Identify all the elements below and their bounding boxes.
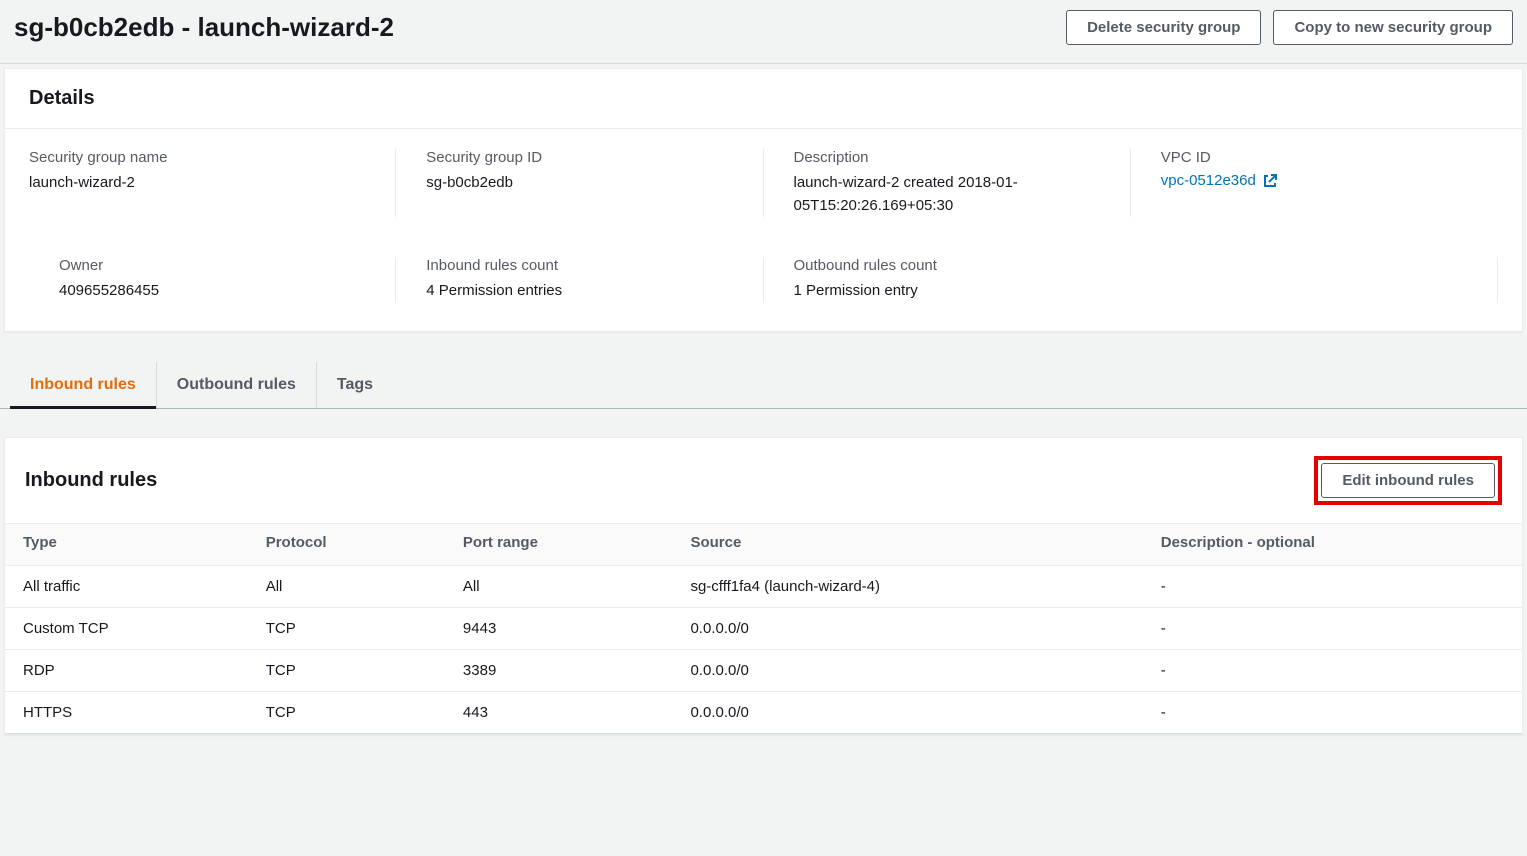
cell-source: sg-cfff1fa4 (launch-wizard-4) (672, 565, 1142, 607)
cell-protocol: All (248, 565, 445, 607)
details-title: Details (29, 87, 1498, 110)
cell-desc: - (1143, 691, 1522, 733)
detail-description: Description launch-wizard-2 created 2018… (764, 149, 1131, 217)
cell-source: 0.0.0.0/0 (672, 607, 1142, 649)
detail-value: launch-wizard-2 created 2018-01-05T15:20… (794, 172, 1100, 217)
table-row[interactable]: All trafficAllAllsg-cfff1fa4 (launch-wiz… (5, 565, 1522, 607)
external-link-icon (1262, 173, 1278, 189)
cell-protocol: TCP (248, 607, 445, 649)
tabs-bar: Inbound rules Outbound rules Tags (0, 362, 1527, 409)
detail-value: sg-b0cb2edb (426, 172, 732, 195)
detail-label: Security group ID (426, 149, 732, 166)
detail-name: Security group name launch-wizard-2 (29, 149, 396, 217)
vpc-link-text: vpc-0512e36d (1161, 172, 1256, 189)
col-source[interactable]: Source (672, 523, 1142, 565)
details-grid: Security group name launch-wizard-2 Secu… (5, 129, 1522, 331)
detail-label: VPC ID (1161, 149, 1468, 166)
detail-label: Description (794, 149, 1100, 166)
copy-security-group-button[interactable]: Copy to new security group (1273, 10, 1513, 45)
col-port[interactable]: Port range (445, 523, 673, 565)
detail-label: Inbound rules count (426, 257, 732, 274)
cell-port: 3389 (445, 649, 673, 691)
cell-desc: - (1143, 565, 1522, 607)
inbound-rules-panel: Inbound rules Edit inbound rules Type Pr… (4, 437, 1523, 735)
rules-title: Inbound rules (25, 469, 157, 492)
cell-port: 443 (445, 691, 673, 733)
header-actions: Delete security group Copy to new securi… (1066, 10, 1513, 45)
detail-label: Owner (59, 257, 365, 274)
table-row[interactable]: Custom TCPTCP94430.0.0.0/0- (5, 607, 1522, 649)
inbound-rules-table: Type Protocol Port range Source Descript… (5, 523, 1522, 734)
cell-protocol: TCP (248, 649, 445, 691)
detail-value: 4 Permission entries (426, 280, 732, 303)
table-row[interactable]: HTTPSTCP4430.0.0.0/0- (5, 691, 1522, 733)
cell-port: 9443 (445, 607, 673, 649)
detail-label: Outbound rules count (794, 257, 1101, 274)
detail-owner: Owner 409655286455 (29, 257, 396, 303)
tab-inbound-rules[interactable]: Inbound rules (10, 362, 157, 408)
tab-outbound-rules[interactable]: Outbound rules (157, 362, 317, 408)
page-title: sg-b0cb2edb - launch-wizard-2 (14, 12, 394, 43)
details-panel: Details Security group name launch-wizar… (4, 68, 1523, 332)
detail-label: Security group name (29, 149, 365, 166)
cell-type: All traffic (5, 565, 248, 607)
detail-value: 409655286455 (59, 280, 365, 303)
cell-desc: - (1143, 607, 1522, 649)
cell-protocol: TCP (248, 691, 445, 733)
table-row[interactable]: RDPTCP33890.0.0.0/0- (5, 649, 1522, 691)
cell-desc: - (1143, 649, 1522, 691)
table-header-row: Type Protocol Port range Source Descript… (5, 523, 1522, 565)
rules-header: Inbound rules Edit inbound rules (5, 438, 1522, 523)
cell-type: Custom TCP (5, 607, 248, 649)
detail-value: 1 Permission entry (794, 280, 1101, 303)
detail-inbound-count: Inbound rules count 4 Permission entries (396, 257, 763, 303)
col-type[interactable]: Type (5, 523, 248, 565)
cell-source: 0.0.0.0/0 (672, 649, 1142, 691)
detail-value: launch-wizard-2 (29, 172, 365, 195)
delete-security-group-button[interactable]: Delete security group (1066, 10, 1261, 45)
edit-highlight: Edit inbound rules (1314, 456, 1502, 505)
detail-vpc: VPC ID vpc-0512e36d (1131, 149, 1498, 217)
col-desc[interactable]: Description - optional (1143, 523, 1522, 565)
details-panel-header: Details (5, 69, 1522, 129)
col-protocol[interactable]: Protocol (248, 523, 445, 565)
edit-inbound-rules-button[interactable]: Edit inbound rules (1321, 463, 1495, 498)
cell-port: All (445, 565, 673, 607)
tab-tags[interactable]: Tags (317, 362, 393, 408)
cell-type: RDP (5, 649, 248, 691)
spacer (29, 217, 1498, 257)
cell-source: 0.0.0.0/0 (672, 691, 1142, 733)
detail-outbound-count: Outbound rules count 1 Permission entry (764, 257, 1131, 303)
detail-id: Security group ID sg-b0cb2edb (396, 149, 763, 217)
page-header: sg-b0cb2edb - launch-wizard-2 Delete sec… (0, 0, 1527, 64)
detail-empty (1131, 257, 1498, 303)
cell-type: HTTPS (5, 691, 248, 733)
vpc-link[interactable]: vpc-0512e36d (1161, 172, 1278, 189)
